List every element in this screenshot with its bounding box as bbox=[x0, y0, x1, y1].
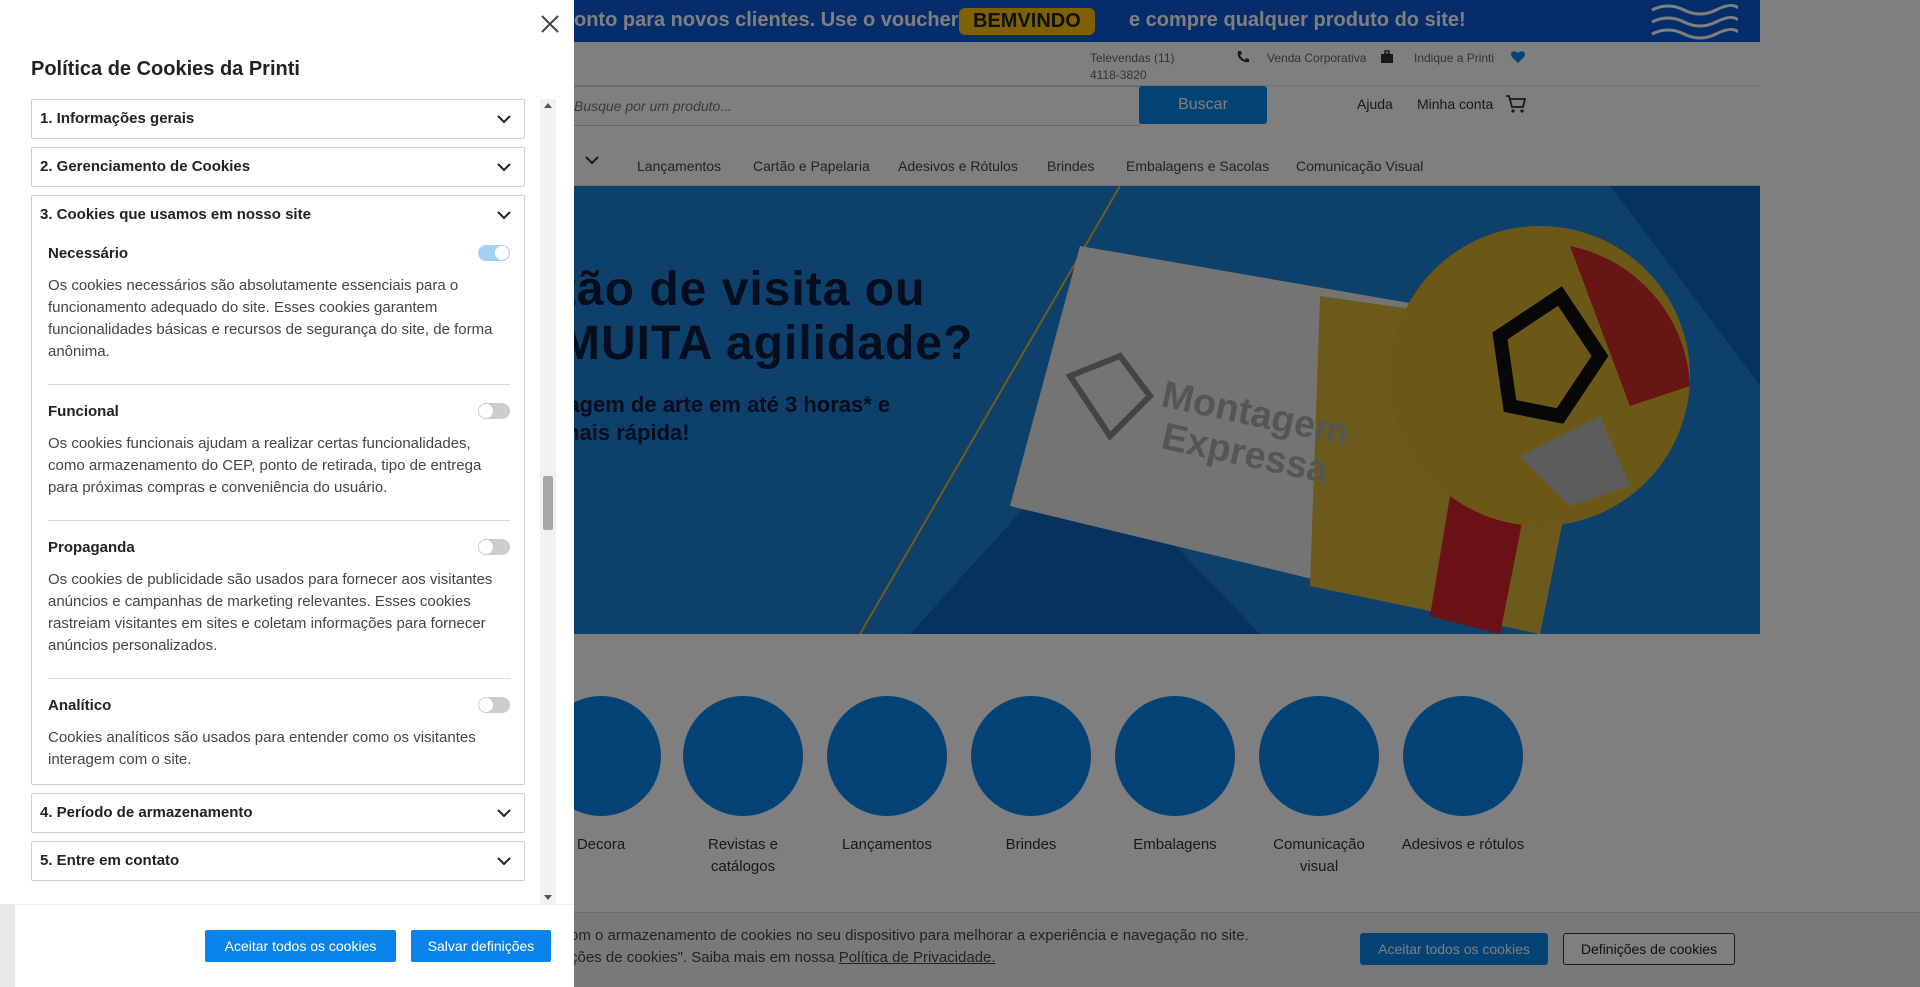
chevron-down-icon bbox=[497, 163, 511, 172]
scroll-down-arrow-icon[interactable] bbox=[544, 895, 552, 900]
accordion-title: 1. Informações gerais bbox=[40, 110, 195, 127]
cookie-category-description: Cookies analíticos são usados para enten… bbox=[48, 729, 476, 768]
accordion-header[interactable]: 5. Entre em contato bbox=[32, 842, 524, 880]
analitico-toggle[interactable] bbox=[478, 697, 510, 713]
accordion-header[interactable]: 4. Período de armazenamento bbox=[32, 794, 524, 832]
accordion-title: 2. Gerenciamento de Cookies bbox=[40, 158, 251, 175]
accept-all-cookies-button[interactable]: Aceitar todos os cookies bbox=[205, 930, 396, 962]
accordion-header[interactable]: 3. Cookies que usamos em nosso site bbox=[32, 196, 524, 234]
accordion-section[interactable]: 1. Informações gerais bbox=[31, 99, 525, 139]
accordion-title: 5. Entre em contato bbox=[40, 852, 180, 869]
cookie-policy-panel: Política de Cookies da Printi 1. Informa… bbox=[0, 0, 574, 987]
accordion-title: 4. Período de armazenamento bbox=[40, 804, 253, 821]
accordion-section[interactable]: 4. Período de armazenamento bbox=[31, 793, 525, 833]
funcional-toggle[interactable] bbox=[478, 403, 510, 419]
cookie-category-name: Funcional bbox=[48, 403, 119, 420]
accordion-title: 3. Cookies que usamos em nosso site bbox=[40, 206, 311, 223]
panel-scrollbar[interactable] bbox=[540, 99, 556, 904]
cookie-category-name: Analítico bbox=[48, 697, 112, 714]
panel-footer-edge bbox=[0, 904, 15, 987]
accordion-section[interactable]: 2. Gerenciamento de Cookies bbox=[31, 147, 525, 187]
cookie-category-name: Propaganda bbox=[48, 539, 135, 556]
divider bbox=[48, 384, 510, 385]
accordion-section[interactable]: 5. Entre em contato bbox=[31, 841, 525, 881]
necessario-toggle[interactable] bbox=[478, 245, 510, 261]
chevron-down-icon bbox=[497, 115, 511, 124]
divider bbox=[48, 678, 510, 679]
panel-title: Política de Cookies da Printi bbox=[31, 58, 300, 80]
chevron-down-icon bbox=[497, 857, 511, 866]
save-settings-button[interactable]: Salvar definições bbox=[411, 930, 551, 962]
toggle-knob bbox=[479, 404, 493, 418]
divider bbox=[48, 520, 510, 521]
scrollbar-thumb[interactable] bbox=[543, 476, 553, 530]
scroll-up-arrow-icon[interactable] bbox=[544, 103, 552, 108]
accordion-header[interactable]: 1. Informações gerais bbox=[32, 100, 524, 138]
close-icon[interactable] bbox=[536, 10, 564, 38]
cookie-category-description: Os cookies de publicidade são usados par… bbox=[48, 571, 493, 654]
cookie-category-propaganda: Propaganda Os cookies de publicidade são… bbox=[48, 539, 510, 667]
propaganda-toggle[interactable] bbox=[478, 539, 510, 555]
toggle-knob bbox=[479, 698, 493, 712]
chevron-down-icon bbox=[497, 211, 511, 220]
panel-footer: Aceitar todos os cookies Salvar definiçõ… bbox=[15, 904, 574, 987]
chevron-down-icon bbox=[497, 809, 511, 818]
toggle-knob bbox=[495, 246, 509, 260]
accordion-section-expanded[interactable]: 3. Cookies que usamos em nosso site Nece… bbox=[31, 195, 525, 785]
cookie-category-analitico: Analítico Cookies analíticos são usados … bbox=[48, 697, 510, 777]
cookie-category-name: Necessário bbox=[48, 245, 129, 262]
cookie-category-funcional: Funcional Os cookies funcionais ajudam a… bbox=[48, 403, 510, 513]
toggle-knob bbox=[479, 540, 493, 554]
accordion-header[interactable]: 2. Gerenciamento de Cookies bbox=[32, 148, 524, 186]
panel-scroll-area[interactable]: 1. Informações gerais 2. Gerenciamento d… bbox=[31, 99, 525, 899]
cookie-category-description: Os cookies funcionais ajudam a realizar … bbox=[48, 435, 482, 496]
cookie-category-necessario: Necessário Os cookies necessários são ab… bbox=[48, 245, 510, 373]
cookie-category-description: Os cookies necessários são absolutamente… bbox=[48, 277, 493, 360]
